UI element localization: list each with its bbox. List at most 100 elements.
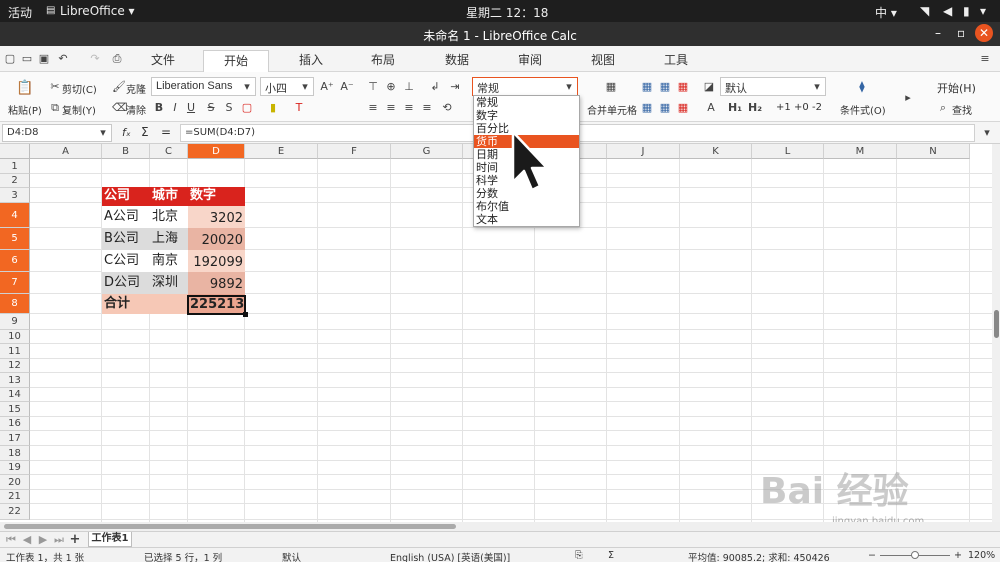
format-option[interactable]: 数字 bbox=[474, 109, 579, 122]
copy-icon[interactable]: ⧉ bbox=[48, 101, 62, 115]
number-cell[interactable]: 20020 bbox=[188, 231, 245, 251]
text-size-icon[interactable]: A bbox=[704, 101, 718, 114]
justify-icon[interactable]: ≡ bbox=[420, 101, 434, 114]
sheet-tab[interactable]: 工作表1 bbox=[88, 532, 132, 547]
chevron-down-icon[interactable]: ▾ bbox=[240, 80, 254, 93]
row-header-1[interactable]: 1 bbox=[0, 159, 30, 174]
dec-decimal-button[interactable]: -2 bbox=[812, 102, 822, 113]
volume-icon[interactable]: ◀ bbox=[943, 4, 952, 18]
row-header-15[interactable]: 15 bbox=[0, 402, 30, 417]
align-right-icon[interactable]: ≡ bbox=[402, 101, 416, 114]
indent-icon[interactable]: ⇥ bbox=[448, 80, 462, 93]
close-icon[interactable]: ✕ bbox=[975, 24, 993, 42]
row-header-13[interactable]: 13 bbox=[0, 373, 30, 388]
column-header-c[interactable]: C bbox=[150, 144, 188, 159]
row-header-18[interactable]: 18 bbox=[0, 446, 30, 461]
save-icon[interactable]: ▣ bbox=[37, 52, 51, 65]
merge-cells-button[interactable]: 合并单元格 bbox=[587, 102, 637, 117]
border-grid-icon[interactable]: ▦ bbox=[640, 80, 654, 93]
signature-icon[interactable]: Σ bbox=[608, 550, 614, 561]
zero-decimal-button[interactable]: +0 bbox=[794, 102, 809, 113]
undo-icon[interactable]: ↶ bbox=[56, 52, 70, 65]
column-header-f[interactable]: F bbox=[318, 144, 391, 159]
border-grid-icon[interactable]: ▦ bbox=[658, 101, 672, 114]
column-header-e[interactable]: E bbox=[245, 144, 318, 159]
shadow-icon[interactable]: S bbox=[222, 101, 236, 114]
cut-button[interactable]: 剪切(C) bbox=[62, 81, 97, 96]
find-icon[interactable]: ⌕ bbox=[936, 101, 950, 115]
grow-font-icon[interactable]: A⁺ bbox=[320, 80, 334, 93]
sum-button[interactable]: Σ bbox=[141, 125, 149, 139]
tab-review[interactable]: 审阅 bbox=[507, 50, 553, 72]
column-header-g[interactable]: G bbox=[391, 144, 463, 159]
row-header-20[interactable]: 20 bbox=[0, 475, 30, 490]
align-bottom-icon[interactable]: ⊥ bbox=[402, 80, 416, 93]
input-method-indicator[interactable]: 中 ▾ bbox=[875, 4, 897, 21]
row-header-14[interactable]: 14 bbox=[0, 388, 30, 402]
border-grid-icon[interactable]: ▦ bbox=[640, 101, 654, 114]
row-header-5[interactable]: 5 bbox=[0, 228, 30, 250]
wrap-icon[interactable]: ↲ bbox=[428, 80, 442, 93]
heading2-icon[interactable]: H₂ bbox=[748, 101, 762, 114]
function-wizard-button[interactable]: fₓ bbox=[122, 126, 131, 139]
row-header-19[interactable]: 19 bbox=[0, 461, 30, 475]
column-header-l[interactable]: L bbox=[752, 144, 824, 159]
row-header-4[interactable]: 4 bbox=[0, 203, 30, 228]
border-grid-icon[interactable]: ▦ bbox=[658, 80, 672, 93]
number-cell[interactable]: 9892 bbox=[188, 275, 245, 295]
row-header-12[interactable]: 12 bbox=[0, 359, 30, 373]
row-header-3[interactable]: 3 bbox=[0, 188, 30, 203]
battery-icon[interactable]: ▮ bbox=[963, 4, 970, 18]
tab-home[interactable]: 开始 bbox=[203, 50, 269, 72]
city-cell[interactable]: 深圳 bbox=[150, 273, 188, 293]
underline-icon[interactable]: U bbox=[184, 101, 198, 114]
chevron-down-icon[interactable]: ▾ bbox=[810, 80, 824, 93]
prev-sheet-icon[interactable]: ◀ bbox=[20, 533, 34, 546]
column-header-m[interactable]: M bbox=[824, 144, 897, 159]
table-header-cell[interactable]: 数字 bbox=[188, 186, 245, 206]
number-cell[interactable]: 3202 bbox=[188, 209, 245, 229]
row-header-11[interactable]: 11 bbox=[0, 344, 30, 359]
column-header-b[interactable]: B bbox=[102, 144, 150, 159]
chevron-down-icon[interactable]: ▾ bbox=[298, 80, 312, 93]
vertical-scrollbar-thumb[interactable] bbox=[994, 310, 999, 338]
horizontal-scrollbar-thumb[interactable] bbox=[4, 524, 456, 529]
copy-button[interactable]: 复制(Y) bbox=[62, 102, 96, 117]
rotate-text-icon[interactable]: ⟲ bbox=[440, 101, 454, 114]
company-cell[interactable]: D公司 bbox=[102, 273, 150, 293]
heading1-icon[interactable]: H₁ bbox=[728, 101, 742, 114]
chevron-down-icon[interactable]: ▾ bbox=[96, 126, 110, 139]
inc-decimal-button[interactable]: +1 bbox=[776, 102, 791, 113]
cut-icon[interactable]: ✂ bbox=[48, 80, 62, 93]
clone-icon[interactable]: 🖌 bbox=[112, 80, 126, 93]
redo-icon[interactable]: ↷ bbox=[88, 52, 102, 65]
first-sheet-icon[interactable]: ⏮ bbox=[4, 533, 18, 547]
format-option[interactable]: 文本 bbox=[474, 213, 579, 226]
zoom-level[interactable]: 120% bbox=[968, 550, 995, 561]
fill-handle[interactable] bbox=[243, 312, 248, 317]
strikethrough-icon[interactable]: S bbox=[204, 101, 218, 114]
border-icon[interactable]: ▢ bbox=[240, 101, 254, 114]
border-grid-icon[interactable]: ▦ bbox=[676, 101, 690, 114]
app-menu[interactable]: LibreOffice ▾ bbox=[60, 4, 135, 18]
company-cell[interactable]: A公司 bbox=[102, 207, 150, 227]
new-doc-icon[interactable]: ▢ bbox=[3, 52, 17, 65]
zoom-slider-handle[interactable] bbox=[911, 551, 919, 559]
tab-data[interactable]: 数据 bbox=[434, 50, 480, 72]
row-header-6[interactable]: 6 bbox=[0, 250, 30, 272]
tab-view[interactable]: 视图 bbox=[580, 50, 626, 72]
row-header-7[interactable]: 7 bbox=[0, 272, 30, 294]
company-cell[interactable]: C公司 bbox=[102, 251, 150, 271]
sum-info[interactable]: 平均值: 90085.2; 求和: 450426 bbox=[688, 550, 830, 562]
last-sheet-icon[interactable]: ⏭ bbox=[52, 533, 66, 547]
merge-cells-icon[interactable]: ▦ bbox=[604, 80, 618, 93]
open-icon[interactable]: ▭ bbox=[20, 52, 34, 65]
horizontal-scrollbar[interactable] bbox=[0, 522, 1000, 531]
find-button[interactable]: 查找 bbox=[952, 102, 972, 117]
activities-button[interactable]: 活动 bbox=[8, 4, 32, 21]
column-header-k[interactable]: K bbox=[680, 144, 752, 159]
formula-equals-button[interactable]: = bbox=[161, 125, 171, 139]
column-header-n[interactable]: N bbox=[897, 144, 970, 159]
table-header-cell[interactable]: 城市 bbox=[150, 186, 188, 206]
add-sheet-icon[interactable]: + bbox=[68, 532, 82, 547]
